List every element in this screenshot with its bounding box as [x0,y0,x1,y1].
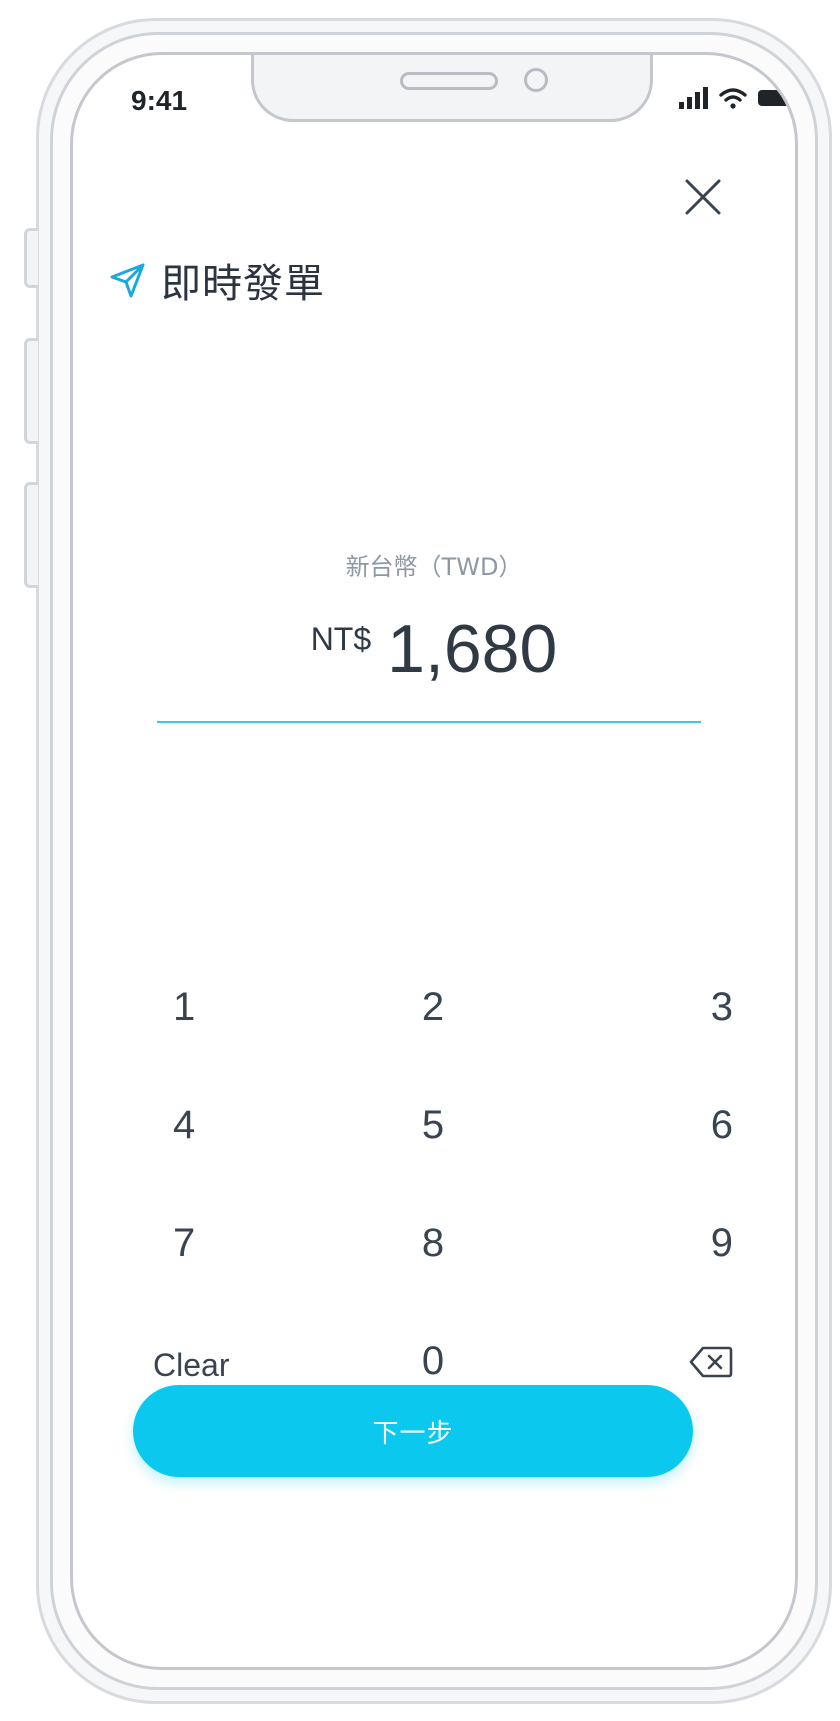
speaker [400,72,498,90]
front-camera [524,68,548,92]
battery-icon [758,90,795,106]
currency-prefix: NT$ [310,621,372,657]
volume-down-button [24,482,38,588]
key-3[interactable]: 3 [533,985,733,1103]
key-7[interactable]: 7 [133,1221,333,1339]
key-9[interactable]: 9 [533,1221,733,1339]
key-6[interactable]: 6 [533,1103,733,1221]
key-2[interactable]: 2 [333,985,533,1103]
notch [251,55,653,122]
amount-value: 1,680 [387,611,558,687]
backspace-icon [689,1346,733,1378]
close-button[interactable] [679,173,727,221]
amount-display: NT$ 1,680 [73,615,795,683]
phone-screen: 9:41 即時發單 新台幣（TWD） NT$ 1,680 1 2 3 4 5 6… [70,52,798,1670]
status-icons [679,87,795,109]
page-header: 即時發單 [109,251,325,309]
currency-label: 新台幣（TWD） [345,553,523,581]
key-5[interactable]: 5 [333,1103,533,1221]
next-step-button[interactable]: 下一步 [133,1385,693,1477]
cellular-signal-icon [679,87,708,109]
key-8[interactable]: 8 [333,1221,533,1339]
amount-underline [157,721,701,723]
close-icon [685,179,721,215]
wifi-icon [719,88,747,109]
key-1[interactable]: 1 [133,985,333,1103]
status-time: 9:41 [131,85,188,116]
key-4[interactable]: 4 [133,1103,333,1221]
page-title: 即時發單 [161,261,325,307]
send-icon [110,263,145,298]
volume-up-button [24,338,38,444]
mute-switch [24,228,38,288]
